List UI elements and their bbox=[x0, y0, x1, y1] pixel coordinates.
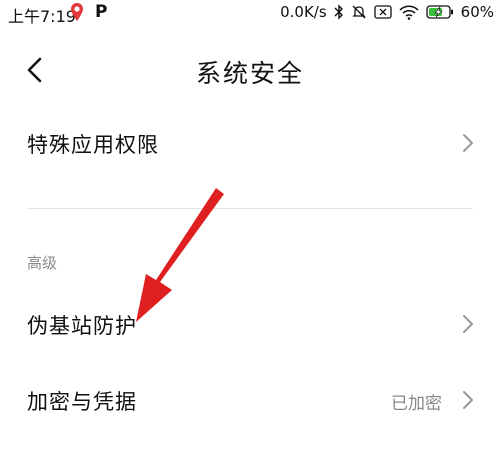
status-bar: 上午7:19 P 0.0K/s 60% bbox=[0, 0, 500, 26]
p-app-icon: P bbox=[95, 2, 108, 22]
mute-icon bbox=[352, 5, 366, 19]
page-title: 系统安全 bbox=[195, 59, 304, 88]
row-label: 特殊应用权限 bbox=[27, 133, 159, 157]
chevron-right-icon bbox=[463, 315, 473, 333]
battery-charging-icon bbox=[426, 5, 453, 19]
row-special-app-permissions[interactable]: 特殊应用权限 bbox=[0, 110, 500, 176]
section-header-advanced: 高级 bbox=[27, 254, 58, 272]
row-encryption-credentials[interactable]: 加密与凭据 已加密 bbox=[0, 368, 500, 432]
divider bbox=[27, 208, 473, 209]
row-value-encrypted: 已加密 bbox=[391, 394, 442, 414]
chevron-right-icon bbox=[463, 134, 473, 152]
net-speed: 0.0K/s bbox=[280, 3, 327, 21]
status-time: 上午7:19 bbox=[8, 7, 76, 26]
bluetooth-icon bbox=[334, 4, 343, 20]
location-pin-icon bbox=[71, 3, 83, 21]
battery-percent: 60% bbox=[460, 3, 494, 21]
wifi-icon bbox=[399, 4, 419, 20]
row-pseudo-base-station-protection[interactable]: 伪基站防护 bbox=[0, 292, 500, 356]
status-right-group: 0.0K/s 60% bbox=[280, 3, 494, 21]
row-label: 伪基站防护 bbox=[27, 314, 137, 338]
chevron-right-icon bbox=[463, 391, 473, 409]
sim-x-icon bbox=[374, 5, 392, 19]
row-label: 加密与凭据 bbox=[27, 390, 137, 414]
nav-bar: 系统安全 bbox=[0, 40, 500, 100]
